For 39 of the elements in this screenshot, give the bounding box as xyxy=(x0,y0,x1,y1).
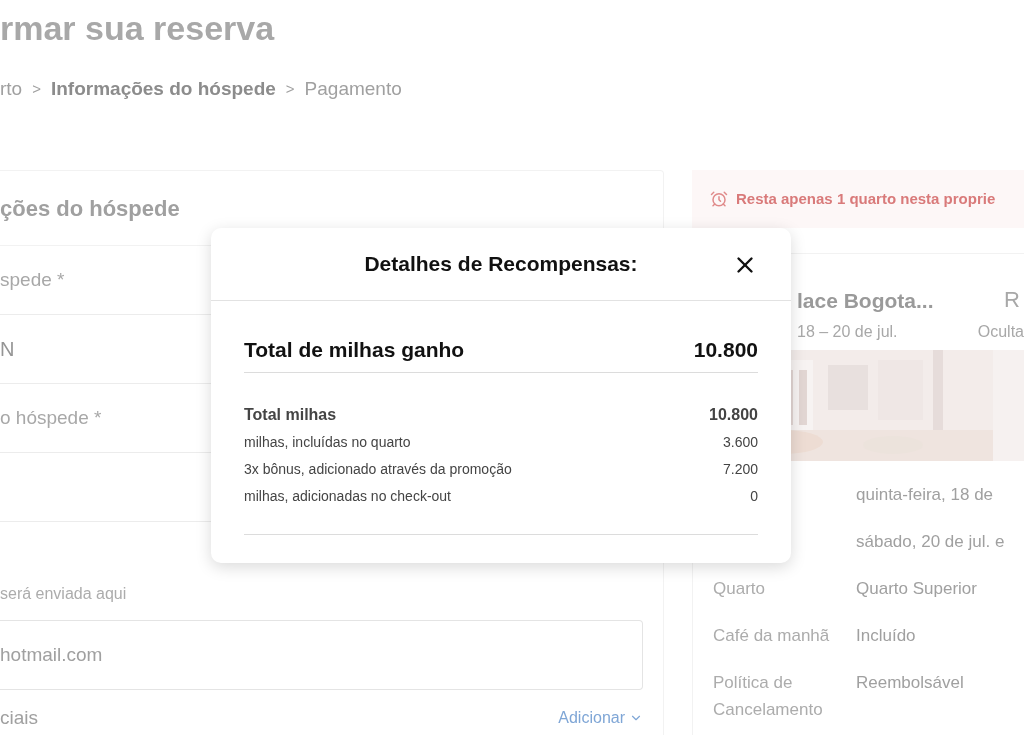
dialog-title: Detalhes de Recompensas: xyxy=(364,251,638,278)
email-field[interactable]: hotmail.com xyxy=(0,620,643,690)
hide-link[interactable]: Oculta xyxy=(977,320,1024,344)
breakdown-label: 3x bônus, adicionado através da promoção xyxy=(244,459,512,479)
breadcrumb-separator: > xyxy=(32,78,41,99)
field-label: o hóspede * xyxy=(0,405,102,430)
field-hint: será enviada aqui xyxy=(0,584,127,604)
breadcrumb-step[interactable]: rto xyxy=(0,74,23,104)
detail-label: Café da manhã xyxy=(713,625,831,647)
breadcrumb-step[interactable]: Pagamento xyxy=(304,74,402,104)
breakdown-value: 7.200 xyxy=(722,459,758,479)
page-title: rmar sua reserva xyxy=(0,8,275,48)
breakdown-label: Total milhas xyxy=(244,404,337,425)
detail-value: Incluído xyxy=(856,625,916,647)
stay-dates: 18 – 20 de jul. xyxy=(797,322,898,342)
detail-label: Quarto xyxy=(713,578,766,600)
breakdown-label: milhas, adicionadas no check-out xyxy=(244,486,451,506)
alert-text: Resta apenas 1 quarto nesta proprie xyxy=(736,188,996,209)
breadcrumb-separator: > xyxy=(285,78,295,99)
total-label: Total de milhas ganho xyxy=(244,337,465,363)
field-value: N xyxy=(0,337,15,362)
breadcrumb-step[interactable]: Informações do hóspede xyxy=(50,74,276,104)
hotel-side-text: R xyxy=(1004,286,1020,314)
breakdown-label: milhas, incluídas no quarto xyxy=(244,432,411,452)
section-title: ções do hóspede xyxy=(0,194,180,223)
detail-value: Reembolsável xyxy=(856,672,964,694)
alarm-clock-icon xyxy=(710,190,728,208)
hotel-name: lace Bogota... xyxy=(797,287,934,314)
total-value: 10.800 xyxy=(693,337,758,363)
detail-value: sábado, 20 de jul. e xyxy=(856,531,1005,553)
detail-value: Quarto Superior xyxy=(856,578,977,600)
detail-value: quinta-feira, 18 de xyxy=(856,484,994,506)
detail-label: Política de Cancelamento xyxy=(713,672,824,721)
breakdown-value: 3.600 xyxy=(722,432,758,452)
breakdown-value: 0 xyxy=(750,486,758,506)
add-button[interactable]: Adicionar xyxy=(558,706,643,731)
section-label: ciais xyxy=(0,706,38,730)
breakdown-value: 10.800 xyxy=(709,404,758,425)
field-label: spede * xyxy=(0,267,65,292)
